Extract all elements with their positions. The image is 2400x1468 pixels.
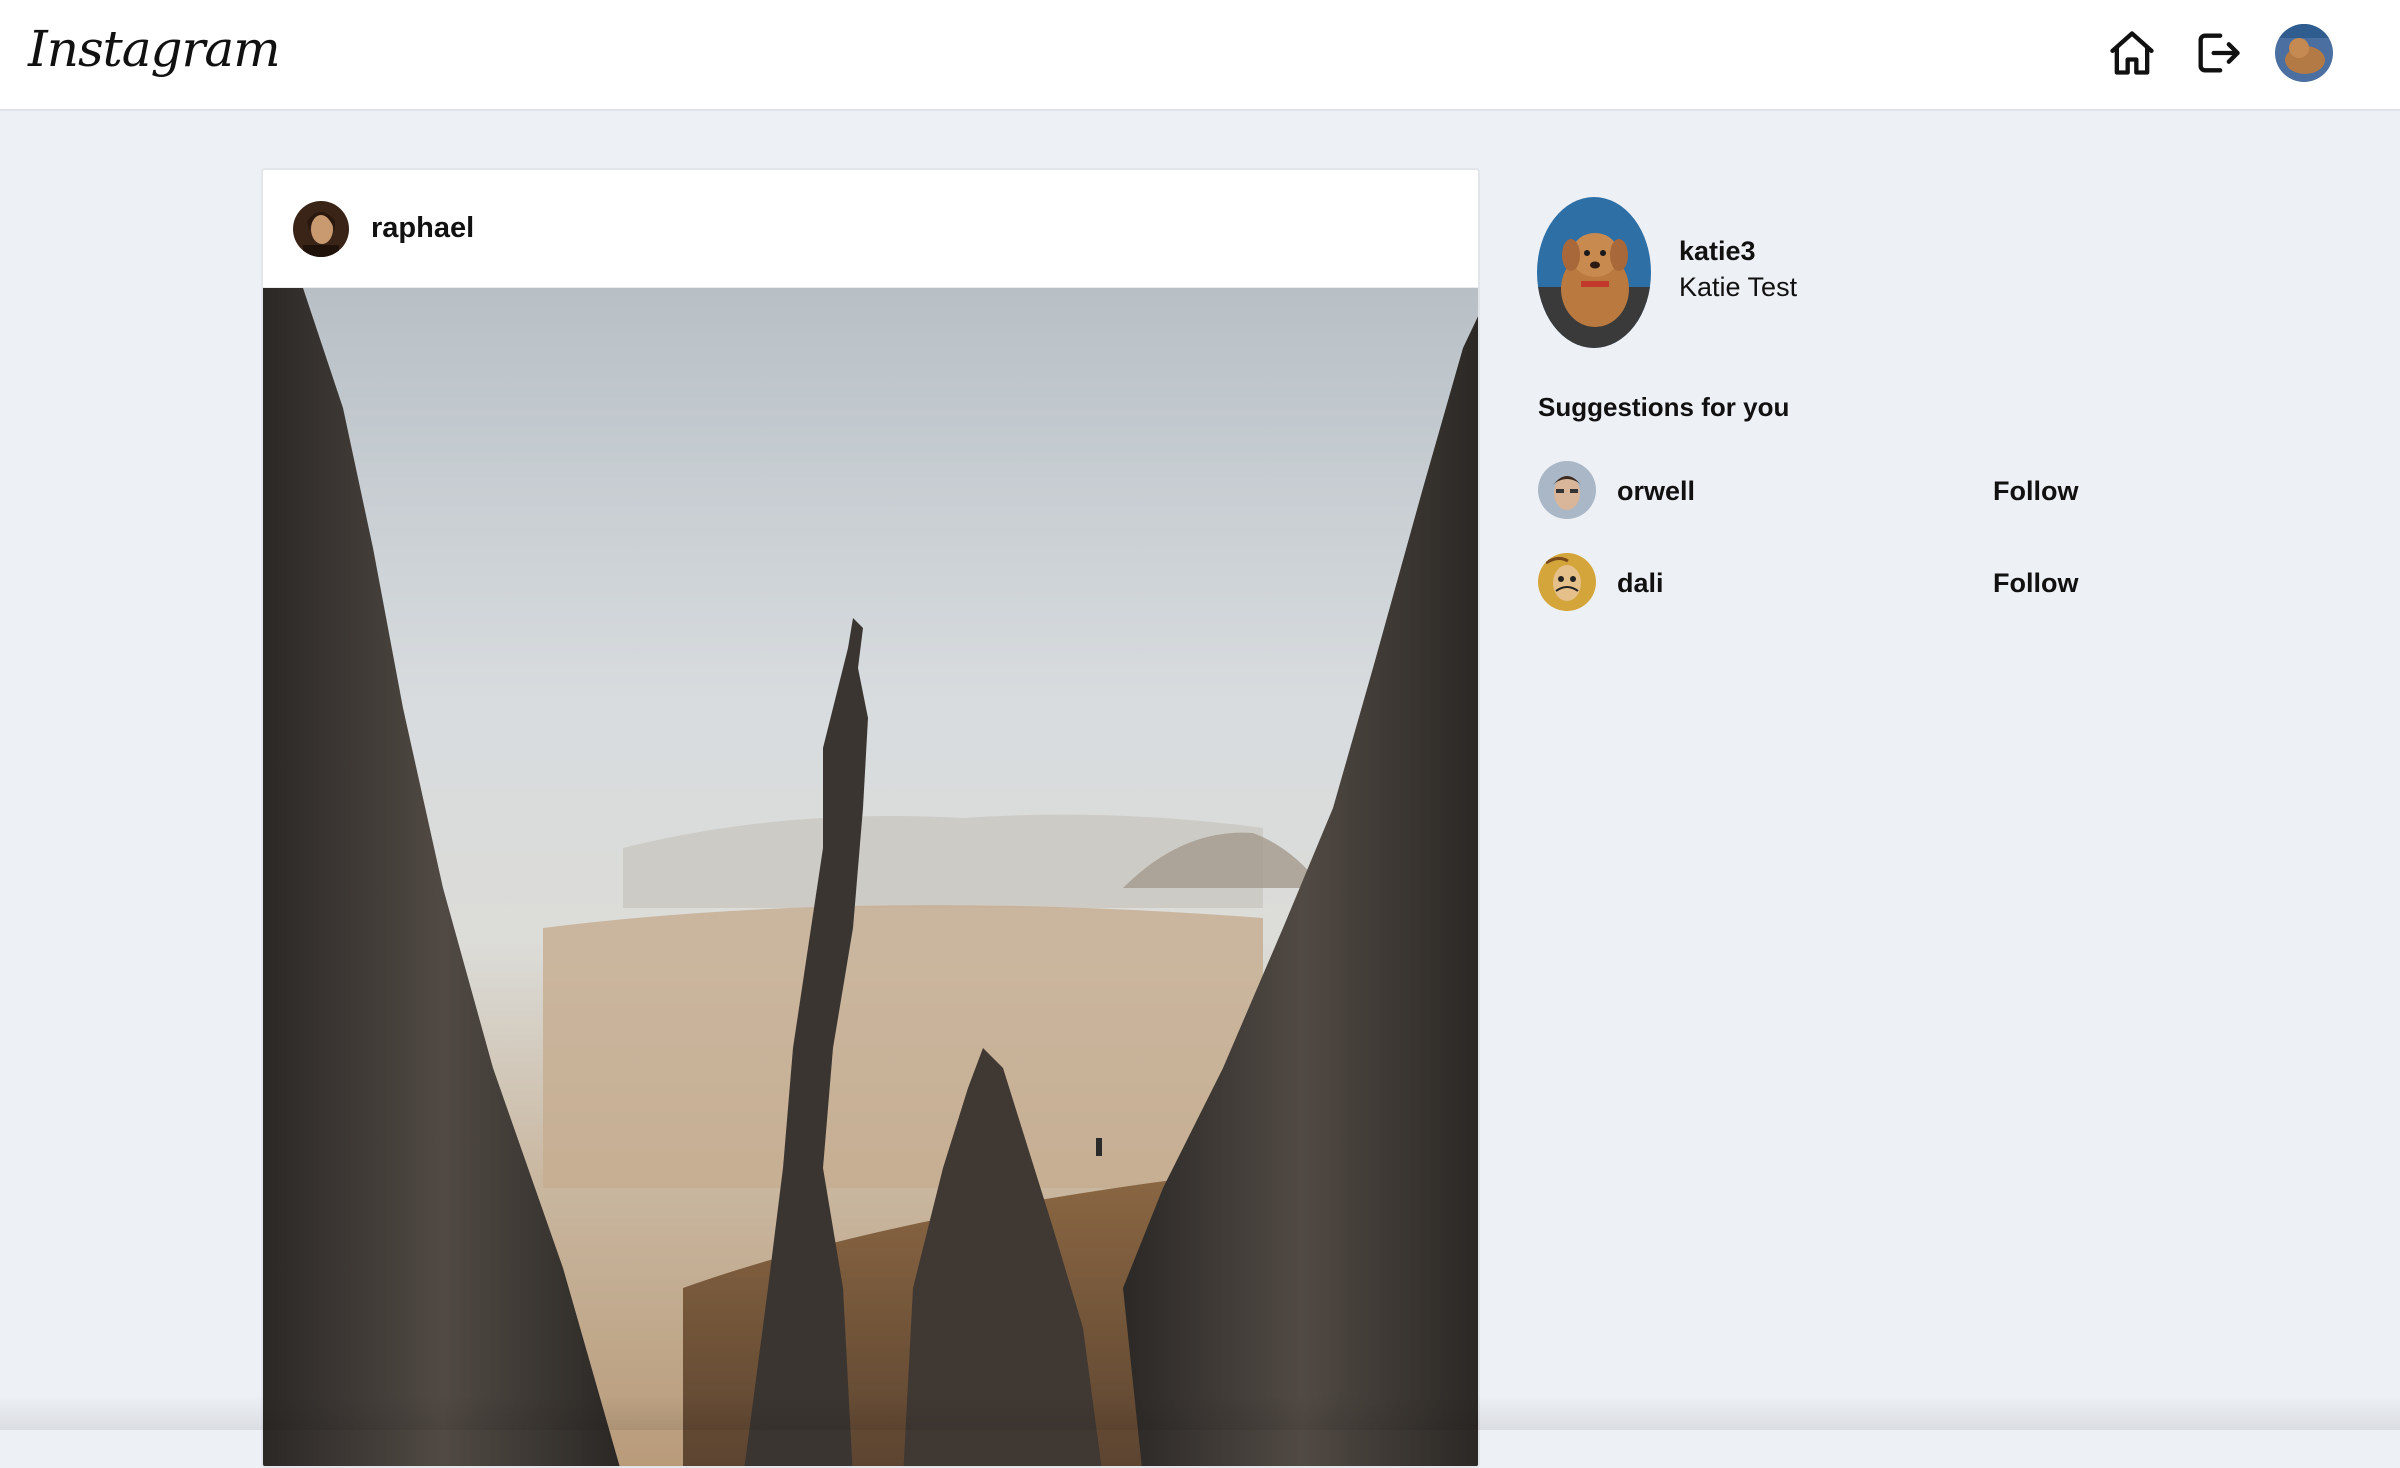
post-photo bbox=[263, 288, 1478, 1466]
post-header: raphael bbox=[263, 170, 1478, 288]
post-author-username[interactable]: raphael bbox=[371, 212, 474, 245]
user-avatar[interactable] bbox=[2275, 24, 2333, 82]
current-user-fullname: Katie Test bbox=[1679, 272, 1798, 302]
suggestion-item: orwell Follow bbox=[1538, 461, 2078, 521]
follow-button[interactable]: Follow bbox=[1993, 476, 2078, 507]
post-card: raphael bbox=[261, 168, 1480, 1468]
home-icon[interactable] bbox=[2103, 24, 2161, 82]
current-user-avatar[interactable] bbox=[1537, 197, 1651, 348]
suggestion-username[interactable]: orwell bbox=[1617, 476, 1695, 507]
top-navigation-bar: Instagram bbox=[0, 0, 2400, 111]
suggestion-avatar[interactable] bbox=[1538, 553, 1596, 611]
logout-icon[interactable] bbox=[2189, 24, 2247, 82]
suggestion-avatar[interactable] bbox=[1538, 461, 1596, 519]
instagram-logo[interactable]: Instagram bbox=[28, 20, 281, 78]
current-user-username[interactable]: katie3 bbox=[1679, 236, 1756, 267]
suggestions-heading: Suggestions for you bbox=[1538, 392, 1790, 422]
suggestion-username[interactable]: dali bbox=[1617, 568, 1664, 599]
suggestion-item: dali Follow bbox=[1538, 553, 2078, 613]
follow-button[interactable]: Follow bbox=[1993, 568, 2078, 599]
post-author-avatar[interactable] bbox=[293, 200, 349, 257]
